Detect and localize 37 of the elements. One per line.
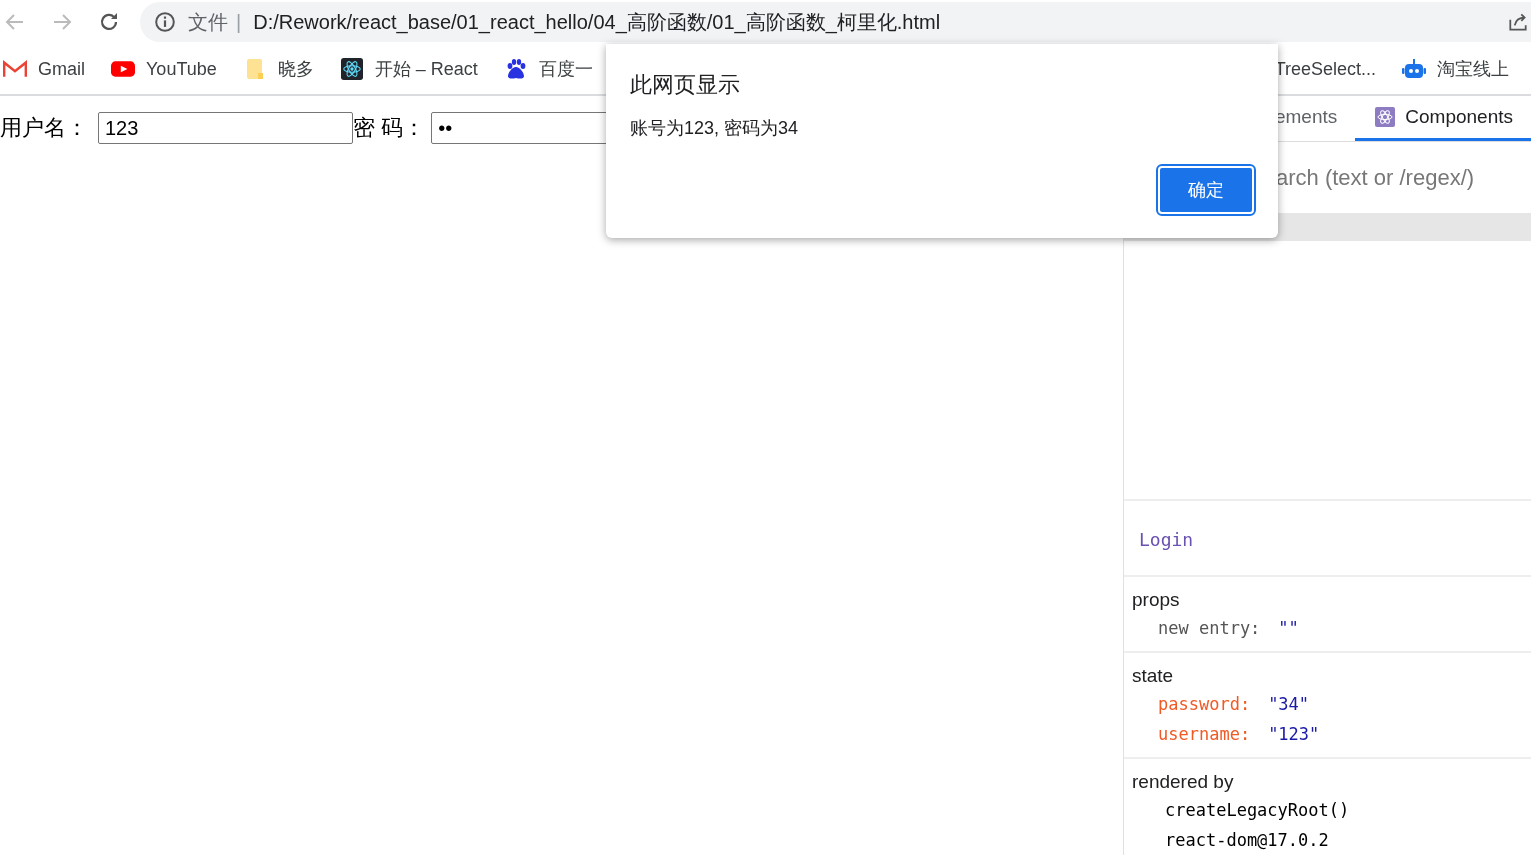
section-heading: state — [1132, 664, 1175, 688]
section-heading: rendered by — [1132, 770, 1235, 794]
info-icon[interactable] — [154, 11, 176, 33]
prop-value: "" — [1278, 617, 1299, 640]
share-icon[interactable] — [1507, 11, 1529, 33]
prop-key: password: — [1158, 689, 1251, 719]
separator: | — [236, 10, 242, 34]
ok-button[interactable]: 确定 — [1158, 166, 1254, 214]
search-field[interactable]: arch (text or /regex/) — [1274, 163, 1528, 192]
prop-key: username: — [1158, 719, 1251, 749]
section-heading: props — [1132, 588, 1181, 612]
robot-icon — [1402, 58, 1426, 80]
address-bar[interactable]: 文件 | D:/Rework/react_base/01_react_hello/04_高阶函数/01_高阶函数_柯里化.html — [140, 2, 1531, 42]
bookmark[interactable]: YouTube — [111, 57, 217, 81]
atom-icon — [1375, 107, 1396, 127]
bookmark[interactable]: Gmail — [3, 57, 85, 81]
atom-icon — [339, 58, 364, 80]
renderer-name: createLegacyRoot() — [1164, 799, 1351, 822]
devtools-tab[interactable]: Components — [1355, 96, 1531, 141]
field-label: 用户名： — [0, 114, 88, 142]
scheme-label: 文件 — [188, 9, 228, 35]
prop-value: "34" — [1268, 693, 1310, 716]
play-icon — [111, 58, 135, 80]
bookmark[interactable]: 淘宝线上 — [1402, 57, 1509, 81]
component-name: Login — [1139, 528, 1195, 550]
bookmark[interactable]: 百度一 — [503, 57, 593, 81]
bookmark[interactable]: 晓多 — [242, 57, 314, 81]
prop-value: "123" — [1268, 723, 1320, 746]
username-field[interactable]: 123 — [98, 112, 353, 144]
renderer-name: react-dom@17.0.2 — [1164, 829, 1330, 852]
url-text: D:/Rework/react_base/01_react_hello/04_高阶函数/01_高阶函数_柯里化.html — [253, 9, 941, 36]
dialog-title: 此网页显示 — [630, 71, 741, 99]
bookmark[interactable]: 开始 – React — [339, 57, 478, 81]
mail-icon — [3, 58, 27, 80]
bookmark[interactable]: TreeSelect... — [1274, 57, 1376, 81]
field-label: 密 码： — [353, 114, 426, 142]
prop-key: new entry: — [1158, 613, 1261, 643]
